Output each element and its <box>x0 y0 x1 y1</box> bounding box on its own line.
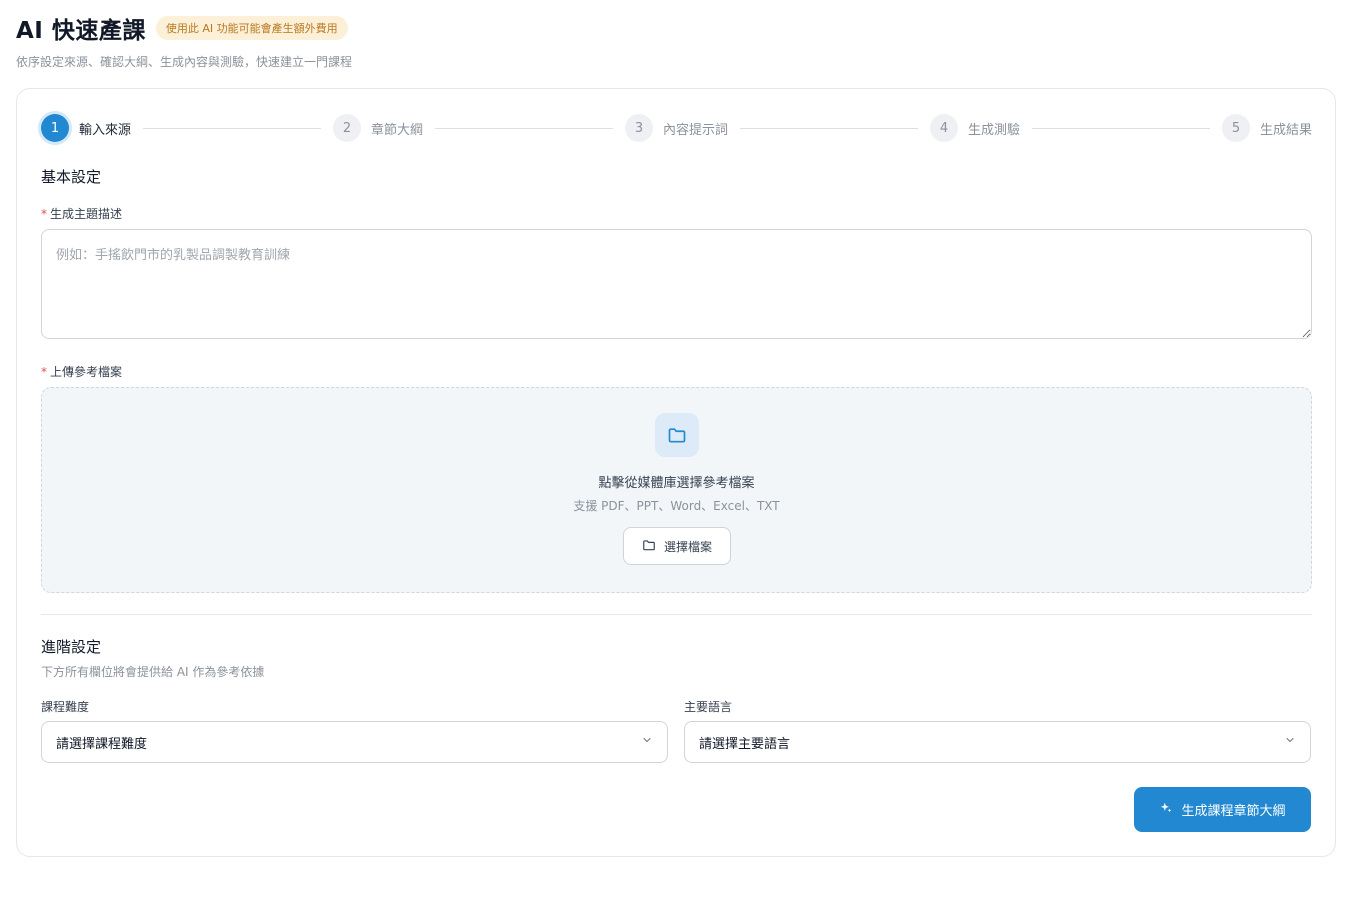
wizard-card: 1 輸入來源 2 章節大綱 3 內容提示詞 4 生成測驗 5 生成結果 基本設定… <box>16 88 1336 857</box>
required-mark: * <box>41 207 47 221</box>
page-header: AI 快速產課 使用此 AI 功能可能會產生額外費用 依序設定來源、確認大綱、生… <box>16 14 1344 70</box>
advanced-settings-title: 進階設定 <box>41 638 102 656</box>
step-connector <box>740 127 918 129</box>
step-number: 4 <box>930 114 958 142</box>
dropzone-title: 點擊從媒體庫選擇參考檔案 <box>598 476 755 491</box>
sparkle-icon <box>1159 801 1173 819</box>
step-number: 5 <box>1222 114 1250 142</box>
step-label: 生成結果 <box>1260 122 1313 138</box>
step-generate-result[interactable]: 5 生成結果 <box>1222 114 1312 142</box>
step-number: 3 <box>625 114 653 142</box>
step-label: 章節大綱 <box>371 122 424 138</box>
choose-file-label: 選擇檔案 <box>663 539 712 554</box>
step-input-source[interactable]: 1 輸入來源 <box>41 114 131 142</box>
topic-label-text: 生成主題描述 <box>50 207 123 221</box>
choose-file-button[interactable]: 選擇檔案 <box>623 527 731 565</box>
step-chapter-outline[interactable]: 2 章節大綱 <box>333 114 423 142</box>
page-subtitle: 依序設定來源、確認大綱、生成內容與測驗，快速建立一門課程 <box>16 55 353 69</box>
step-generate-quiz[interactable]: 4 生成測驗 <box>930 114 1020 142</box>
step-connector <box>143 127 321 129</box>
step-connector <box>435 127 613 129</box>
file-dropzone[interactable]: 點擊從媒體庫選擇參考檔案 支援 PDF、PPT、Word、Excel、TXT 選… <box>41 387 1312 593</box>
basic-settings-title: 基本設定 <box>41 168 102 186</box>
step-label: 內容提示詞 <box>663 122 729 138</box>
topic-description-input[interactable] <box>41 229 1312 339</box>
step-connector <box>1032 127 1210 129</box>
folder-icon <box>642 538 656 555</box>
difficulty-select[interactable]: 請選擇課程難度 <box>41 721 668 763</box>
upload-label-text: 上傳參考檔案 <box>50 365 123 379</box>
language-select[interactable]: 請選擇主要語言 <box>684 721 1311 763</box>
generate-outline-button[interactable]: 生成課程章節大綱 <box>1134 787 1311 832</box>
difficulty-label: 課程難度 <box>41 700 90 714</box>
page-title: AI 快速產課 <box>16 18 146 44</box>
upload-field-label: * 上傳參考檔案 <box>41 363 122 380</box>
advanced-settings-description: 下方所有欄位將會提供給 AI 作為參考依據 <box>41 665 265 679</box>
step-number: 2 <box>333 114 361 142</box>
folder-icon <box>655 413 699 457</box>
cost-warning-badge: 使用此 AI 功能可能會產生額外費用 <box>155 16 348 40</box>
step-content-prompt[interactable]: 3 內容提示詞 <box>625 114 728 142</box>
stepper: 1 輸入來源 2 章節大綱 3 內容提示詞 4 生成測驗 5 生成結果 <box>41 113 1312 143</box>
language-select-value: 請選擇主要語言 <box>699 736 791 752</box>
chevron-down-icon <box>1284 734 1296 750</box>
section-divider <box>41 614 1312 615</box>
language-label: 主要語言 <box>684 700 733 714</box>
chevron-down-icon <box>641 734 653 750</box>
step-number: 1 <box>41 114 69 142</box>
generate-outline-label: 生成課程章節大綱 <box>1181 804 1286 819</box>
difficulty-select-value: 請選擇課程難度 <box>56 736 148 752</box>
required-mark: * <box>41 365 47 379</box>
step-label: 生成測驗 <box>968 122 1021 138</box>
dropzone-supported-formats: 支援 PDF、PPT、Word、Excel、TXT <box>573 499 780 513</box>
topic-field-label: * 生成主題描述 <box>41 205 122 222</box>
step-label: 輸入來源 <box>79 122 132 138</box>
title-row: AI 快速產課 使用此 AI 功能可能會產生額外費用 <box>16 14 1344 44</box>
